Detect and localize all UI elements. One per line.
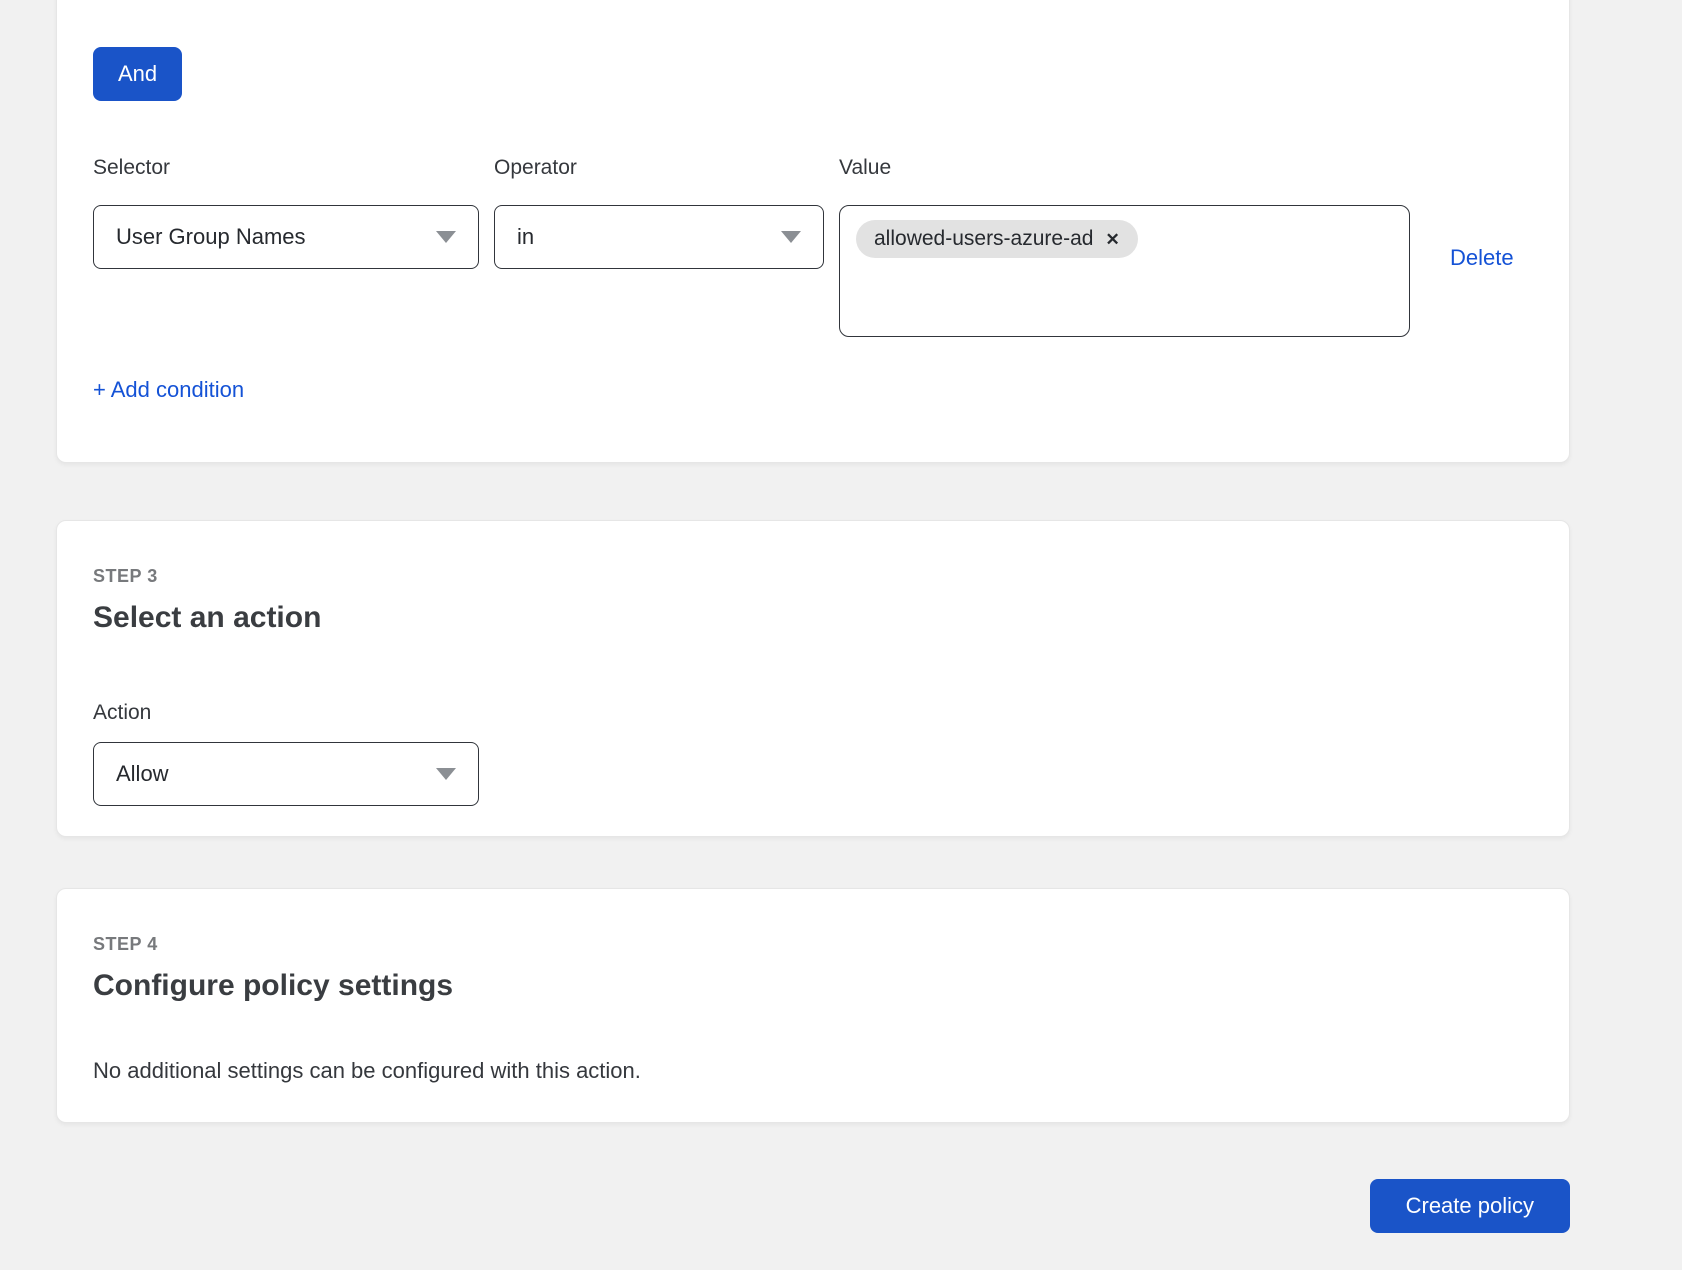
condition-fields-row: User Group Names in allowed-users-azure-… [93,205,1533,337]
operator-label: Operator [494,156,824,180]
chevron-down-icon [781,231,801,243]
value-tag: allowed-users-azure-ad ✕ [856,220,1138,258]
value-label: Value [839,156,1410,180]
policy-builder-page: { "colors": { "primary_button": "#1a54c8… [0,0,1682,1236]
chevron-down-icon [436,231,456,243]
step4-label: STEP 4 [93,934,1533,955]
operator-dropdown[interactable]: in [494,205,824,269]
add-condition-link[interactable]: + Add condition [93,377,244,403]
action-dropdown[interactable]: Allow [93,742,479,806]
step3-title: Select an action [93,601,1533,635]
value-tag-label: allowed-users-azure-ad [874,227,1093,251]
selector-dropdown[interactable]: User Group Names [93,205,479,269]
action-label: Action [93,701,1533,725]
chevron-down-icon [436,768,456,780]
and-operator-button[interactable]: And [93,47,182,101]
delete-condition-link[interactable]: Delete [1450,245,1514,271]
operator-dropdown-value: in [517,224,534,250]
step3-label: STEP 3 [93,566,1533,587]
selector-label: Selector [93,156,479,180]
value-multiselect-input[interactable]: allowed-users-azure-ad ✕ [839,205,1410,337]
action-dropdown-value: Allow [116,761,169,787]
step4-title: Configure policy settings [93,969,1533,1003]
footer-actions: Create policy [0,1179,1570,1233]
condition-group-card: And Selector Operator Value User Group N… [56,0,1570,463]
select-action-card: STEP 3 Select an action Action Allow [56,520,1570,837]
no-settings-message: No additional settings can be configured… [93,1058,1533,1084]
policy-settings-card: STEP 4 Configure policy settings No addi… [56,888,1570,1123]
remove-tag-icon[interactable]: ✕ [1105,231,1119,248]
condition-labels-row: Selector Operator Value [93,156,1533,180]
selector-dropdown-value: User Group Names [116,224,306,250]
create-policy-button[interactable]: Create policy [1370,1179,1570,1233]
